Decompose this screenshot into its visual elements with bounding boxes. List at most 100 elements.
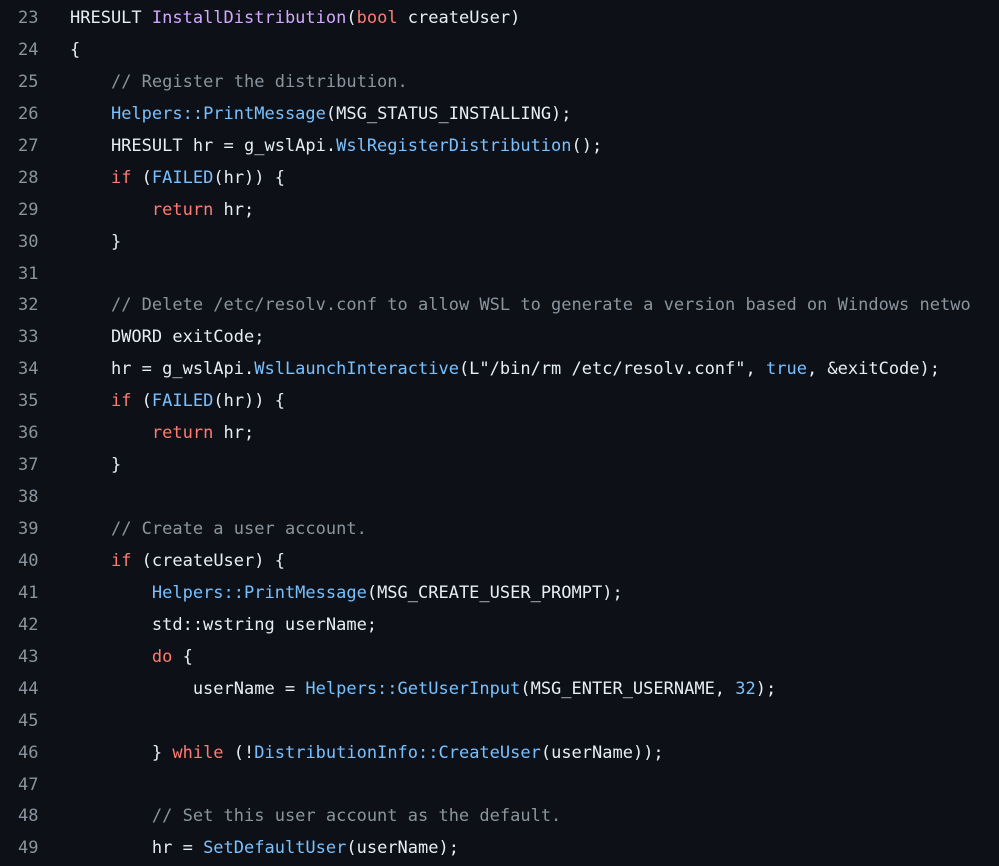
code-line: 23 HRESULT InstallDistribution(bool creat…	[0, 3, 999, 35]
code-line: 41 Helpers::PrintMessage(MSG_CREATE_USER…	[0, 578, 999, 610]
line-number[interactable]: 34	[0, 354, 70, 386]
line-content: if (FAILED(hr)) {	[70, 163, 999, 195]
code-line: 45	[0, 706, 999, 738]
code-token: }	[70, 455, 122, 476]
line-number[interactable]: 48	[0, 801, 70, 833]
line-content: }	[70, 450, 999, 482]
code-token: if	[110, 167, 132, 188]
code-line: 46 } while (!DistributionInfo::CreateUse…	[0, 738, 999, 770]
line-number[interactable]: 25	[0, 67, 70, 99]
code-line: 27 HRESULT hr = g_wslApi.WslRegisterDist…	[0, 131, 999, 163]
code-line: 34 hr = g_wslApi.WslLaunchInteractive(L"…	[0, 354, 999, 386]
code-token: DistributionInfo::CreateUser	[254, 742, 541, 763]
code-token: InstallDistribution	[151, 8, 347, 28]
line-number[interactable]: 28	[0, 163, 70, 195]
code-token: WslRegisterDistribution	[336, 135, 572, 156]
line-content: DWORD exitCode;	[70, 322, 999, 354]
code-line: 30 }	[0, 227, 999, 259]
line-number[interactable]: 23	[0, 3, 70, 35]
code-token: return	[151, 199, 214, 220]
code-token: bool	[356, 8, 398, 28]
code-token: while	[172, 742, 224, 763]
line-number[interactable]: 26	[0, 99, 70, 131]
code-line: 26 Helpers::PrintMessage(MSG_STATUS_INST…	[0, 99, 999, 131]
code-token: (createUser) {	[131, 550, 285, 571]
code-line: 43 do {	[0, 642, 999, 674]
line-content: }	[70, 227, 999, 259]
code-token: (	[131, 167, 152, 188]
line-number[interactable]: 49	[0, 833, 70, 865]
code-token: true	[765, 359, 807, 380]
line-number[interactable]: 39	[0, 514, 70, 546]
line-number[interactable]: 35	[0, 386, 70, 418]
line-number[interactable]: 41	[0, 578, 70, 610]
code-token: hr = g_wslApi.	[70, 359, 255, 380]
line-number[interactable]: 40	[0, 546, 70, 578]
code-token: Helpers::PrintMessage	[110, 103, 326, 124]
code-token: (	[346, 8, 357, 28]
code-line: 33 DWORD exitCode;	[0, 322, 999, 354]
code-line: 44 userName = Helpers::GetUserInput(MSG_…	[0, 674, 999, 706]
code-token: userName =	[70, 678, 306, 699]
line-number[interactable]: 42	[0, 610, 70, 642]
line-content: {	[70, 35, 999, 67]
code-token: (	[131, 391, 152, 412]
line-number[interactable]: 44	[0, 674, 70, 706]
code-token: hr;	[213, 423, 255, 444]
code-token: FAILED	[151, 391, 214, 412]
line-number[interactable]: 37	[0, 450, 70, 482]
code-line: 36 return hr;	[0, 418, 999, 450]
code-line: 42 std::wstring userName;	[0, 610, 999, 642]
line-number[interactable]: 29	[0, 195, 70, 227]
code-token: // Create a user account.	[110, 519, 367, 539]
line-content: do {	[70, 642, 999, 674]
line-content: Helpers::PrintMessage(MSG_CREATE_USER_PR…	[70, 578, 999, 610]
line-number[interactable]: 47	[0, 770, 70, 802]
line-number[interactable]: 27	[0, 131, 70, 163]
line-content: if (createUser) {	[70, 546, 999, 578]
code-line: 40 if (createUser) {	[0, 546, 999, 578]
code-token: }	[70, 742, 173, 763]
line-number[interactable]: 43	[0, 642, 70, 674]
line-number[interactable]: 24	[0, 35, 70, 67]
code-token: hr =	[70, 838, 204, 859]
code-token: // Delete /etc/resolv.conf to allow WSL …	[110, 295, 971, 316]
line-number[interactable]: 46	[0, 738, 70, 770]
line-content: return hr;	[70, 418, 999, 450]
line-number[interactable]: 36	[0, 418, 70, 450]
line-number[interactable]: 30	[0, 227, 70, 259]
code-line: 32 // Delete /etc/resolv.conf to allow W…	[0, 290, 999, 322]
code-line: 31	[0, 259, 999, 291]
line-content: Helpers::PrintMessage(MSG_STATUS_INSTALL…	[70, 99, 999, 131]
code-line: 49 hr = SetDefaultUser(userName);	[0, 833, 999, 865]
line-content: userName = Helpers::GetUserInput(MSG_ENT…	[70, 674, 999, 706]
code-token: (MSG_ENTER_USERNAME,	[520, 678, 736, 699]
code-token: }	[70, 231, 122, 252]
code-token: WslLaunchInteractive	[254, 359, 459, 380]
code-token: (MSG_CREATE_USER_PROMPT);	[366, 582, 623, 603]
line-number[interactable]: 45	[0, 706, 70, 738]
line-content: // Register the distribution.	[70, 67, 999, 99]
code-line: 25 // Register the distribution.	[0, 67, 999, 99]
code-token: , &exitCode);	[806, 359, 940, 380]
code-viewer: 23 HRESULT InstallDistribution(bool creat…	[0, 0, 999, 866]
code-token: (hr)) {	[213, 167, 285, 188]
line-number[interactable]: 32	[0, 290, 70, 322]
line-content	[70, 482, 999, 514]
line-number[interactable]: 38	[0, 482, 70, 514]
line-number[interactable]: 31	[0, 259, 70, 291]
line-content	[70, 706, 999, 738]
code-token: (userName);	[346, 838, 459, 859]
line-number[interactable]: 33	[0, 322, 70, 354]
code-token: FAILED	[151, 167, 214, 188]
code-token: {	[70, 39, 81, 60]
code-line: 28 if (FAILED(hr)) {	[0, 163, 999, 195]
line-content: HRESULT hr = g_wslApi.WslRegisterDistrib…	[70, 131, 999, 163]
